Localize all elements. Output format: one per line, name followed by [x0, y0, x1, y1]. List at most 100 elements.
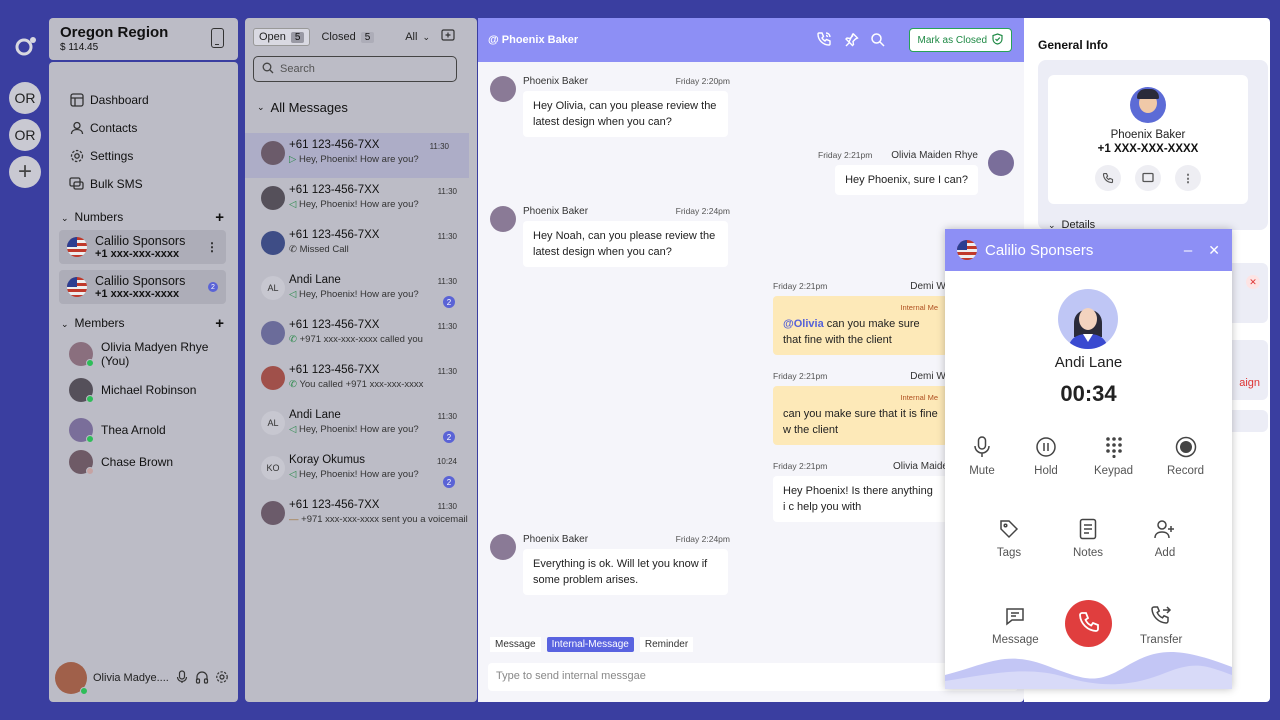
list-item[interactable]: +61 123-456-7XX — +971 xxx-xxx-xxxx sent …: [245, 493, 477, 538]
all-messages-header[interactable]: ⌄ All Messages: [245, 82, 477, 125]
keypad-button[interactable]: Keypad: [1094, 434, 1133, 477]
tab-internal-message[interactable]: Internal-Message: [546, 637, 634, 652]
search-icon: [262, 62, 274, 77]
message-sender: Demi Wi: [910, 371, 948, 382]
more-options-icon[interactable]: ⋮: [1175, 165, 1201, 191]
list-item[interactable]: +61 123-456-7XX ✆ You called +971 xxx-xxx…: [245, 358, 477, 403]
keypad-icon: [1101, 434, 1127, 460]
numbers-label: ⌄ Numbers: [61, 210, 124, 224]
list-item[interactable]: +61 123-456-7XX ✆ Missed Call 11:30: [245, 223, 477, 268]
search-placeholder: Search: [280, 63, 315, 75]
list-item[interactable]: AL Andi Lane ◁ Hey, Phoenix! How are you? 1…: [245, 403, 477, 448]
phone-device-icon[interactable]: [211, 28, 224, 48]
notes-button[interactable]: Notes: [1073, 516, 1103, 559]
message-internal: Friday 2:21pm Demi Wi Internal Me can you …: [773, 371, 948, 445]
contact-number: +1 XXX-XXX-XXXX: [1097, 143, 1199, 155]
nav-settings[interactable]: Settings: [49, 142, 238, 170]
microphone-icon[interactable]: [175, 669, 189, 687]
chat-title: @ Phoenix Baker: [488, 34, 579, 46]
chevron-down-icon: ⌄: [257, 102, 265, 112]
member-item[interactable]: Chase Brown: [49, 444, 238, 480]
microphone-icon: [969, 434, 995, 460]
nav-bulk-sms[interactable]: Bulk SMS: [49, 170, 238, 198]
online-status-icon: [80, 687, 88, 695]
message-time: Friday 2:20pm: [675, 76, 730, 86]
tab-message[interactable]: Message: [490, 637, 541, 652]
chat-icon: [69, 177, 84, 192]
close-icon[interactable]: ✕: [1208, 242, 1220, 259]
list-item[interactable]: +61 123-456-7XX ✆ +971 xxx-xxx-xxxx calle…: [245, 313, 477, 358]
list-item[interactable]: +61 123-456-7XX ◁ Hey, Phoenix! How are y…: [245, 178, 477, 223]
add-number-icon[interactable]: +: [215, 209, 224, 226]
mute-button[interactable]: Mute: [969, 434, 995, 477]
message-bubble: Internal Me can you make sure that it is …: [773, 386, 948, 445]
list-item[interactable]: AL Andi Lane ◁ Hey, Phoenix! How are you? 1…: [245, 268, 477, 313]
us-flag-icon: [67, 237, 87, 257]
conversation-time: 11:30: [437, 277, 457, 286]
phone-hangup-icon: [1077, 610, 1101, 637]
transfer-button[interactable]: Transfer: [1140, 603, 1182, 646]
message-bubble: Everything is ok. Will let you know if s…: [523, 549, 728, 595]
unread-badge: 2: [443, 296, 455, 308]
message-incoming: Phoenix Baker Friday 2:20pm Hey Olivia, c…: [490, 76, 730, 137]
conversation-list: Open 5 Closed 5 All ⌄ Search ⌄ All Messages …: [245, 18, 477, 702]
gear-icon[interactable]: [215, 670, 229, 687]
number-item[interactable]: Calilio Sponsors +1 xxx-xxx-xxxx 2: [59, 270, 226, 304]
list-item[interactable]: KO Koray Okumus ◁ Hey, Phoenix! How are yo…: [245, 448, 477, 493]
add-member-icon[interactable]: +: [215, 315, 224, 332]
numbers-section-header[interactable]: ⌄ Numbers +: [49, 204, 238, 230]
mark-as-closed-button[interactable]: Mark as Closed: [908, 28, 1012, 52]
number-item[interactable]: Calilio Sponsors +1 xxx-xxx-xxxx ⋮: [59, 230, 226, 264]
online-status-icon: [86, 467, 94, 475]
message-icon[interactable]: [1135, 165, 1161, 191]
pin-icon[interactable]: [842, 30, 860, 48]
tab-reminder[interactable]: Reminder: [639, 637, 694, 652]
member-item[interactable]: Olivia Madyen Rhye (You): [49, 336, 238, 372]
end-call-button[interactable]: [1065, 600, 1112, 647]
add-participant-button[interactable]: Add: [1152, 516, 1178, 559]
message-input[interactable]: Type to send internal messgae: [488, 663, 1018, 691]
more-options-icon[interactable]: ⋮: [206, 240, 218, 254]
list-item[interactable]: +61 123-456-7XX ▷ Hey, Phoenix! How are y…: [245, 133, 469, 178]
region-title: Oregon Region: [60, 24, 169, 41]
region-header[interactable]: Oregon Region $ 114.45: [49, 18, 238, 60]
user-icon: [69, 121, 84, 136]
add-workspace-button[interactable]: +: [9, 156, 41, 188]
tab-closed[interactable]: Closed 5: [316, 29, 379, 45]
avatar: [261, 366, 285, 390]
message-bubble: Hey Phoenix, sure I can?: [835, 165, 978, 195]
message-outgoing: Friday 2:21pm Olivia Maide Hey Phoenix! I…: [773, 461, 948, 522]
member-item[interactable]: Michael Robinson: [49, 372, 238, 408]
search-icon[interactable]: [868, 30, 886, 48]
member-item[interactable]: Thea Arnold: [49, 412, 238, 448]
call-icon[interactable]: [815, 30, 833, 48]
nav-dashboard[interactable]: Dashboard: [49, 86, 238, 114]
mention-link[interactable]: @Olivia: [783, 318, 824, 330]
member-name: Michael Robinson: [101, 383, 197, 397]
tags-button[interactable]: Tags: [996, 516, 1022, 559]
hold-button[interactable]: Hold: [1033, 434, 1059, 477]
search-input[interactable]: Search: [253, 56, 457, 82]
record-button[interactable]: Record: [1167, 434, 1204, 477]
remove-icon[interactable]: ✕: [1246, 275, 1260, 289]
avatar: [261, 141, 285, 165]
headphones-icon[interactable]: [195, 670, 209, 687]
workspace-avatar[interactable]: OR: [9, 119, 41, 151]
minimize-icon[interactable]: –: [1184, 242, 1192, 259]
message-incoming: Phoenix Baker Friday 2:24pm Everything is…: [490, 534, 730, 595]
message-bubble: Hey Phoenix! Is there anything i c help …: [773, 476, 948, 522]
filter-dropdown[interactable]: All ⌄: [400, 29, 435, 45]
tab-open[interactable]: Open 5: [253, 28, 311, 46]
workspace-avatar[interactable]: OR: [9, 82, 41, 114]
avatar[interactable]: [55, 662, 88, 695]
number-value: +1 xxx-xxx-xxxx: [95, 247, 180, 260]
call-icon[interactable]: [1095, 165, 1121, 191]
app-logo-icon: [15, 37, 36, 56]
new-message-icon[interactable]: [441, 28, 455, 46]
avatar: [69, 450, 94, 475]
message-button[interactable]: Message: [992, 603, 1039, 646]
unread-badge: 2: [443, 476, 455, 488]
conversation-time: 11:30: [429, 142, 449, 151]
members-section-header[interactable]: ⌄ Members +: [49, 310, 238, 336]
nav-contacts[interactable]: Contacts: [49, 114, 238, 142]
